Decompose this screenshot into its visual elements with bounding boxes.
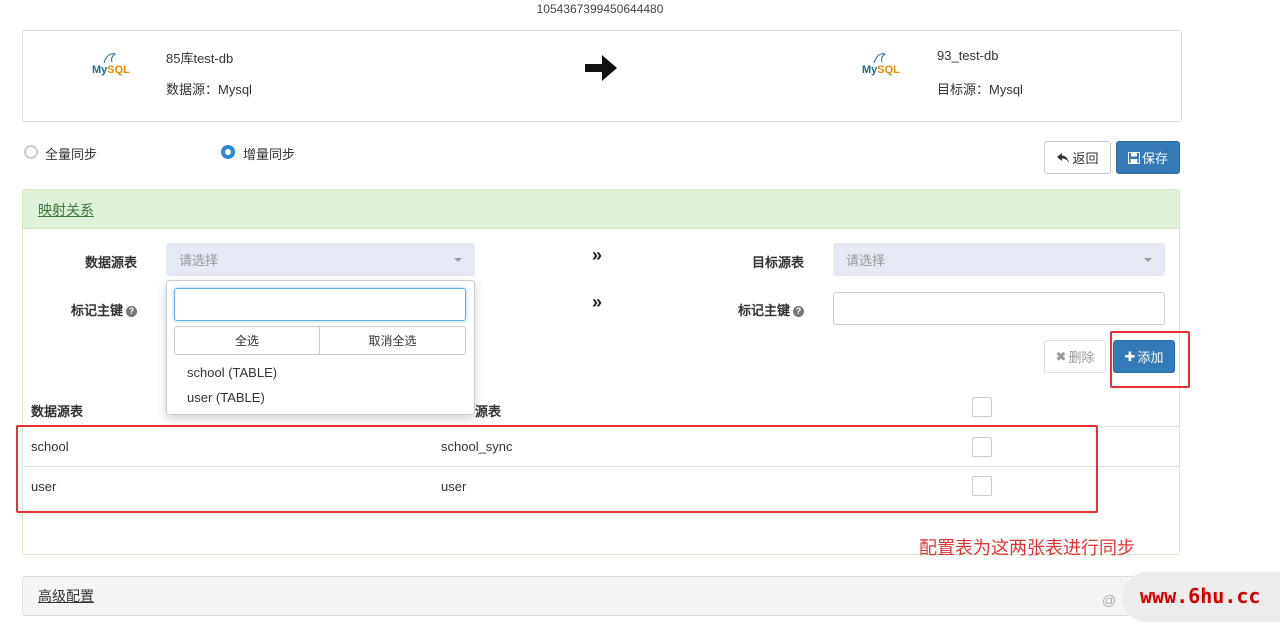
dropdown-search-input[interactable] <box>174 288 466 321</box>
dolphin-icon <box>873 53 886 64</box>
source-pk-label: 标记主键? <box>27 300 137 319</box>
save-button[interactable]: 保存 <box>1116 141 1180 174</box>
caret-down-icon <box>1144 257 1152 262</box>
target-db-name: 93_test-db <box>937 48 999 63</box>
delete-button[interactable]: ✖ 删除 <box>1044 340 1106 373</box>
select-all-checkbox[interactable] <box>972 397 992 417</box>
col-header-target: 源表 <box>475 404 502 419</box>
caret-down-icon <box>454 257 462 262</box>
target-pk-label: 标记主键? <box>694 300 804 319</box>
target-mysql-logo: MySQL <box>862 53 900 76</box>
arrow-right-icon <box>585 55 617 81</box>
source-mysql-logo: MySQL <box>92 53 130 76</box>
mapping-panel-title[interactable]: 映射关系 <box>38 200 94 220</box>
double-chevron-right-icon: » <box>592 245 603 265</box>
help-icon: ? <box>793 306 804 318</box>
source-table-label: 数据源表 <box>84 255 137 270</box>
incremental-sync-label[interactable]: 增量同步 <box>243 144 295 163</box>
watermark-at: @ <box>1102 592 1117 608</box>
floppy-disk-icon <box>1127 151 1140 164</box>
rows-highlight <box>16 425 1098 513</box>
back-button[interactable]: 返回 <box>1044 141 1111 174</box>
mapping-panel-header <box>23 190 1179 229</box>
select-all-button[interactable]: 全选 <box>174 326 320 355</box>
close-icon: ✖ <box>1055 348 1067 364</box>
target-table-label: 目标源表 <box>751 255 804 270</box>
target-table-select[interactable]: 请选择 <box>833 243 1165 276</box>
reply-icon <box>1057 152 1070 163</box>
help-icon: ? <box>126 306 137 318</box>
full-sync-label[interactable]: 全量同步 <box>45 144 97 163</box>
full-sync-radio[interactable] <box>24 145 38 159</box>
dropdown-option[interactable]: school (TABLE) <box>187 365 277 380</box>
dolphin-icon <box>103 53 116 64</box>
col-header-source: 数据源表 <box>31 404 84 419</box>
dropdown-option[interactable]: user (TABLE) <box>187 390 265 405</box>
target-db-type: 目标源：Mysql <box>937 82 1023 97</box>
watermark-text: www.6hu.cc <box>1140 584 1261 608</box>
target-pk-input[interactable] <box>833 292 1165 325</box>
source-table-select[interactable]: 请选择 <box>166 243 475 276</box>
source-db-type: 数据源：Mysql <box>166 82 252 97</box>
advanced-panel-title[interactable]: 高级配置 <box>38 586 94 606</box>
add-button-highlight <box>1110 331 1190 388</box>
advanced-panel <box>22 576 1180 616</box>
incremental-sync-radio[interactable] <box>221 145 235 159</box>
annotation-text: 配置表为这两张表进行同步 <box>919 538 1135 558</box>
double-chevron-right-icon: » <box>592 292 603 312</box>
job-id: 1054367399450644480 <box>536 2 664 16</box>
deselect-all-button[interactable]: 取消全选 <box>319 326 466 355</box>
source-db-name: 85库test-db <box>166 51 234 66</box>
